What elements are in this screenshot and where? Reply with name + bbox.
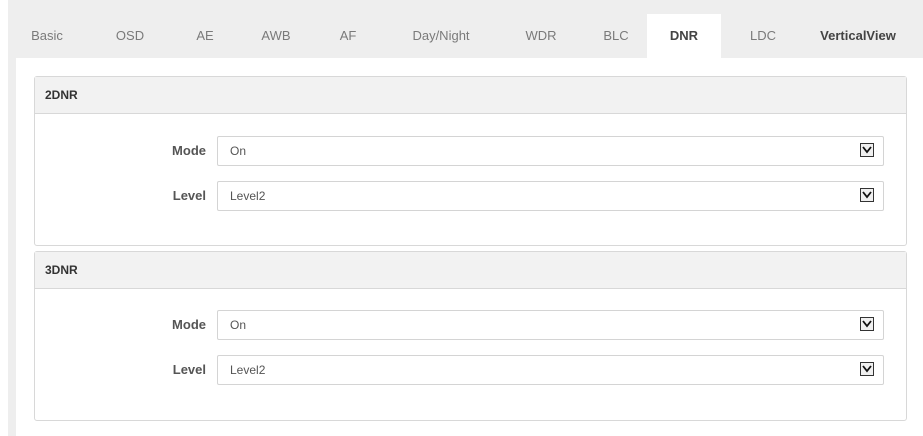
chevron-down-icon[interactable] [860,362,874,376]
settings-frame: Basic OSD AE AWB AF Day/Night WDR BLC DN… [8,0,923,436]
chevron-down-icon[interactable] [860,143,874,157]
tab-osd[interactable]: OSD [102,14,158,58]
3dnr-mode-value: On [230,318,247,332]
tab-content: 2DNR Mode On Level Level2 3DNR Mode On L… [16,58,923,436]
tab-day-night[interactable]: Day/Night [396,14,486,58]
3dnr-level-select[interactable]: Level2 [217,355,884,385]
tab-bar: Basic OSD AE AWB AF Day/Night WDR BLC DN… [8,14,923,58]
panel-3dnr: 3DNR Mode On Level Level2 [34,251,907,421]
2dnr-mode-value: On [230,144,247,158]
tab-wdr[interactable]: WDR [513,14,569,58]
tab-awb[interactable]: AWB [248,14,304,58]
mode-label: Mode [172,317,206,332]
tab-ae[interactable]: AE [185,14,225,58]
tab-af[interactable]: AF [328,14,368,58]
row-3dnr-level: Level Level2 [35,355,906,385]
row-2dnr-level: Level Level2 [35,181,906,211]
tab-ldc[interactable]: LDC [738,14,788,58]
mode-label: Mode [172,143,206,158]
level-label: Level [172,362,206,377]
chevron-down-icon[interactable] [860,317,874,331]
chevron-down-icon[interactable] [860,188,874,202]
tab-verticalview[interactable]: VerticalView [808,14,908,58]
row-3dnr-mode: Mode On [35,310,906,340]
2dnr-level-select[interactable]: Level2 [217,181,884,211]
3dnr-mode-select[interactable]: On [217,310,884,340]
panel-2dnr: 2DNR Mode On Level Level2 [34,76,907,246]
panel-3dnr-title: 3DNR [35,252,906,289]
tab-basic[interactable]: Basic [22,14,72,58]
3dnr-level-value: Level2 [230,363,266,377]
2dnr-level-value: Level2 [230,189,266,203]
panel-2dnr-title: 2DNR [35,77,906,114]
row-2dnr-mode: Mode On [35,136,906,166]
level-label: Level [172,188,206,203]
tab-dnr[interactable]: DNR [647,14,721,58]
2dnr-mode-select[interactable]: On [217,136,884,166]
tab-blc[interactable]: BLC [588,14,644,58]
